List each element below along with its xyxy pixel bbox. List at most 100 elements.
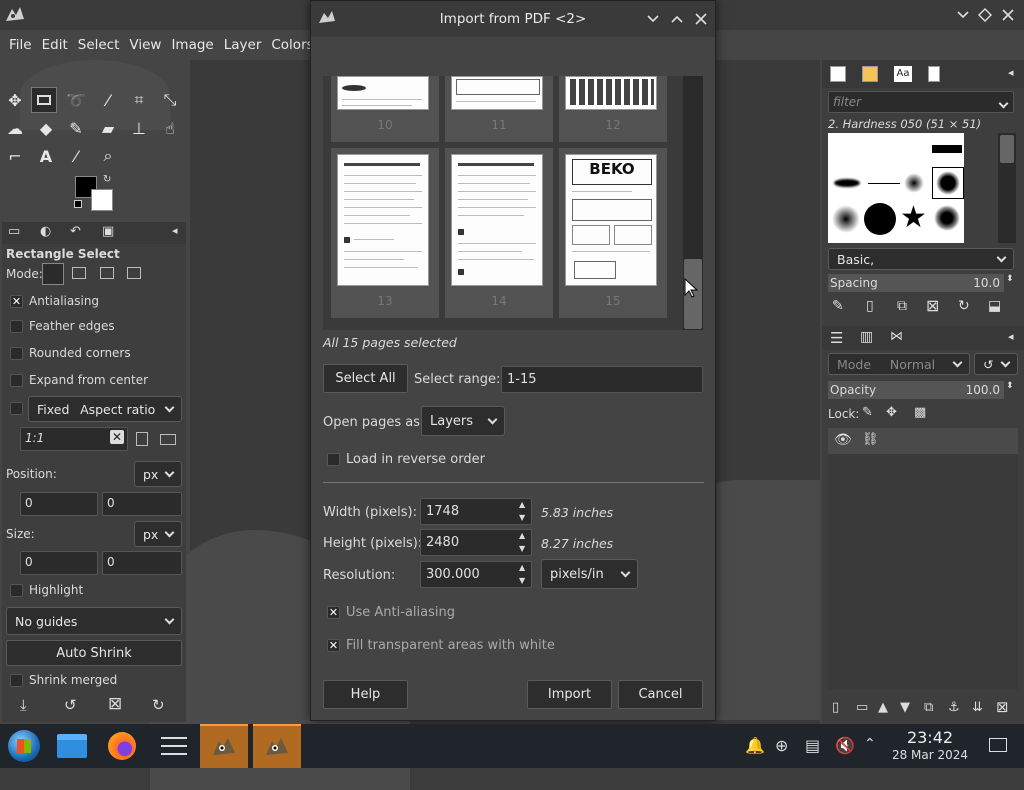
file-manager-task[interactable]: [48, 724, 96, 768]
undo-history-tab-icon[interactable]: ↶: [70, 224, 81, 239]
menu-edit[interactable]: Edit: [37, 37, 73, 53]
lock-position-icon[interactable]: ✥: [886, 405, 897, 420]
layer-mode-dropdown[interactable]: Mode Normal: [828, 353, 970, 375]
position-unit-dropdown[interactable]: px: [134, 461, 182, 487]
visibility-eye-icon[interactable]: 👁: [834, 432, 852, 448]
brush-selected[interactable]: [932, 167, 964, 199]
duplicate-layer-icon[interactable]: ⧉: [924, 700, 933, 715]
delete-icon[interactable]: ⊠: [108, 694, 122, 714]
background-color-swatch[interactable]: [91, 189, 113, 211]
page-thumb[interactable]: 10: [331, 76, 439, 142]
rounded-corners-checkbox[interactable]: [10, 347, 23, 360]
swap-colors-icon[interactable]: ↻: [103, 174, 111, 185]
spinner-icon[interactable]: ⬍: [1006, 274, 1014, 284]
volume-muted-icon[interactable]: 🔇: [835, 736, 855, 755]
brush-soft[interactable]: [832, 205, 860, 233]
open-icon[interactable]: ⬓: [988, 298, 1001, 314]
paths-tool-icon[interactable]: ⌐: [2, 143, 28, 169]
reset-colors-icon[interactable]: [74, 200, 82, 208]
tab-menu-icon[interactable]: ◂: [1008, 66, 1014, 79]
brush-block[interactable]: [932, 145, 962, 153]
document-tab-icon[interactable]: [928, 66, 940, 82]
chain-icon[interactable]: ⛓: [862, 432, 879, 447]
fuzzy-select-tool-icon[interactable]: ⁄: [95, 87, 121, 113]
tab-menu-icon[interactable]: ◂: [172, 224, 178, 237]
maximize-icon[interactable]: [978, 8, 992, 22]
brush-fuzzy[interactable]: [904, 173, 924, 193]
anti-aliasing-checkbox[interactable]: ✕: [327, 606, 340, 619]
position-x-input[interactable]: 0: [20, 492, 98, 516]
free-select-tool-icon[interactable]: ➰: [63, 87, 89, 113]
menu-file[interactable]: File: [0, 37, 37, 53]
menu-image[interactable]: Image: [166, 37, 218, 53]
portrait-icon[interactable]: [136, 432, 148, 446]
tray-expand-icon[interactable]: ⌃: [864, 736, 876, 752]
layers-tab-icon[interactable]: ☰: [830, 329, 843, 347]
edit-brush-icon[interactable]: ✎: [832, 298, 844, 314]
new-brush-icon[interactable]: ▯: [866, 298, 874, 314]
opacity-slider[interactable]: Opacity 100.0: [828, 381, 1004, 399]
fixed-checkbox[interactable]: [10, 402, 23, 415]
zoom-tool-icon[interactable]: ⌕: [95, 143, 121, 169]
update-icon[interactable]: ⊕: [775, 736, 788, 755]
channels-tab-icon[interactable]: ▥: [860, 329, 873, 345]
width-input[interactable]: 1748: [420, 498, 532, 525]
landscape-icon[interactable]: [160, 434, 176, 445]
spinner-icon[interactable]: ▲ ▼: [519, 498, 525, 524]
new-layer-icon[interactable]: ▯: [832, 700, 839, 715]
new-group-icon[interactable]: ▭: [856, 700, 868, 715]
spinner-icon[interactable]: ▲ ▼: [519, 529, 525, 555]
size-unit-dropdown[interactable]: px: [134, 521, 182, 547]
select-all-button[interactable]: Select All: [323, 364, 408, 393]
brush-grid[interactable]: ★: [828, 133, 964, 243]
page-thumb[interactable]: BEKO 15: [559, 148, 667, 318]
eraser-tool-icon[interactable]: ▰: [95, 115, 121, 141]
fill-transparent-checkbox[interactable]: ✕: [327, 639, 340, 652]
maximize-icon[interactable]: [671, 13, 683, 25]
composite-mode-dropdown[interactable]: ↺: [974, 353, 1018, 375]
chevron-down-icon[interactable]: [998, 96, 1009, 111]
raise-layer-icon[interactable]: ▲: [878, 700, 888, 715]
expand-from-center-checkbox[interactable]: [10, 374, 23, 387]
mode-intersect-icon[interactable]: [127, 267, 141, 279]
size-w-input[interactable]: 0: [20, 551, 98, 575]
clear-icon[interactable]: ✕: [109, 430, 124, 444]
bucket-fill-tool-icon[interactable]: ◆: [33, 115, 59, 141]
lock-pixels-icon[interactable]: ✎: [862, 405, 873, 420]
color-picker-tool-icon[interactable]: ⁄: [63, 143, 89, 169]
reverse-order-checkbox[interactable]: [327, 453, 340, 466]
resolution-unit-dropdown[interactable]: pixels/in: [541, 559, 638, 589]
size-h-input[interactable]: 0: [102, 551, 182, 575]
merge-icon[interactable]: ⇊: [972, 700, 983, 715]
clipboard-icon[interactable]: ▤: [805, 736, 820, 755]
unified-transform-tool-icon[interactable]: ⤡: [157, 87, 183, 113]
clone-tool-icon[interactable]: ⊥: [126, 115, 152, 141]
delete-brush-icon[interactable]: ⊠: [926, 296, 939, 315]
feather-edges-checkbox[interactable]: [10, 320, 23, 333]
page-thumbnails[interactable]: 10 11 12 13 14 BEKO 15: [323, 76, 703, 330]
auto-shrink-button[interactable]: Auto Shrink: [6, 640, 182, 666]
ratio-field[interactable]: 1:1 ✕: [20, 427, 128, 451]
start-button[interactable]: [0, 724, 48, 768]
paths-tab-icon[interactable]: ⋈: [890, 329, 903, 344]
antialiasing-checkbox[interactable]: ✕: [10, 295, 23, 308]
warp-tool-icon[interactable]: ☁: [2, 115, 28, 141]
layers-list[interactable]: [828, 454, 1018, 690]
brushes-tab-icon[interactable]: [830, 66, 846, 82]
filter-input[interactable]: filter: [828, 91, 1014, 113]
gimp-task-2[interactable]: [253, 724, 301, 768]
page-thumb[interactable]: 11: [445, 76, 553, 142]
menu-view[interactable]: View: [124, 37, 166, 53]
help-button[interactable]: Help: [323, 680, 408, 709]
settings-task[interactable]: [150, 724, 198, 768]
save-preset-icon[interactable]: ⤓: [20, 696, 27, 714]
spinner-icon[interactable]: ▲ ▼: [519, 561, 525, 587]
tab-menu-icon[interactable]: ◂: [1008, 330, 1014, 343]
height-input[interactable]: 2480: [420, 529, 532, 556]
spinner-icon[interactable]: ⬍: [1006, 381, 1014, 391]
reset-icon[interactable]: ↻: [152, 696, 165, 714]
cancel-button[interactable]: Cancel: [618, 680, 703, 709]
highlight-checkbox[interactable]: [10, 584, 23, 597]
smudge-tool-icon[interactable]: ☝: [157, 115, 183, 141]
page-thumb[interactable]: 14: [445, 148, 553, 318]
